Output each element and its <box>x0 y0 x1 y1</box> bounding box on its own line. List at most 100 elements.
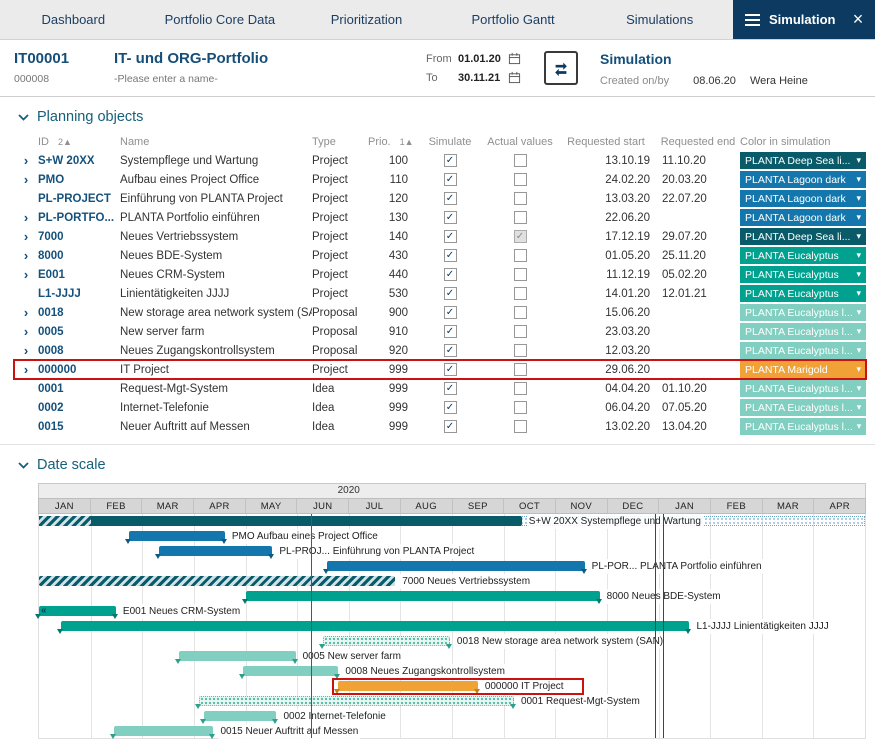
cell-id[interactable]: 000000 <box>38 364 120 376</box>
column-header-act[interactable]: Actual values <box>484 136 556 148</box>
column-header-sim[interactable]: Simulate <box>416 136 484 148</box>
gantt-bar[interactable] <box>204 711 276 721</box>
table-row[interactable]: ›0005New server farmProposal910✓23.03.20… <box>14 322 866 341</box>
table-row[interactable]: PL-PROJECTEinführung von PLANTA ProjectP… <box>14 189 866 208</box>
expand-chevron-icon[interactable]: › <box>14 363 38 376</box>
gantt-bar[interactable] <box>327 561 585 571</box>
column-header-id[interactable]: ID2▲ <box>38 136 120 148</box>
nav-tab-prioritization[interactable]: Prioritization <box>293 0 440 39</box>
actual-values-checkbox[interactable] <box>514 192 527 205</box>
gantt-bar[interactable] <box>179 651 295 661</box>
gantt-bar[interactable] <box>338 681 477 691</box>
gantt-bar[interactable] <box>39 516 522 526</box>
expand-chevron-icon[interactable]: › <box>14 230 38 243</box>
simulate-checkbox[interactable]: ✓ <box>444 325 457 338</box>
cell-id[interactable]: 0002 <box>38 402 120 414</box>
table-row[interactable]: L1-JJJJLinientätigkeiten JJJJProject530✓… <box>14 284 866 303</box>
table-row[interactable]: ›0008Neues ZugangskontrollsystemProposal… <box>14 341 866 360</box>
table-row[interactable]: 0015Neuer Auftritt auf MessenIdea999✓13.… <box>14 417 866 436</box>
gantt-bar[interactable] <box>323 636 450 646</box>
recalculate-button[interactable] <box>544 51 578 85</box>
expand-chevron-icon[interactable]: › <box>14 344 38 357</box>
gantt-bar[interactable] <box>159 546 273 556</box>
color-in-simulation-dropdown[interactable]: PLANTA Eucalyptus l...▾ <box>740 399 866 416</box>
close-icon[interactable]: × <box>841 0 875 39</box>
gantt-bar[interactable] <box>61 621 689 631</box>
column-header-color[interactable]: Color in simulation <box>740 136 866 148</box>
simulate-checkbox[interactable]: ✓ <box>444 420 457 433</box>
actual-values-checkbox[interactable] <box>514 382 527 395</box>
color-in-simulation-dropdown[interactable]: PLANTA Eucalyptus l...▾ <box>740 304 866 321</box>
table-row[interactable]: 0001Request-Mgt-SystemIdea999✓04.04.2001… <box>14 379 866 398</box>
actual-values-checkbox[interactable]: ✓ <box>514 230 527 243</box>
expand-chevron-icon[interactable]: › <box>14 211 38 224</box>
gantt-bar[interactable] <box>39 576 395 586</box>
cell-id[interactable]: PMO <box>38 174 120 186</box>
collapse-chevron-icon[interactable] <box>18 462 29 469</box>
cell-id[interactable]: PL-PORTFO... <box>38 212 120 224</box>
simulate-checkbox[interactable]: ✓ <box>444 173 457 186</box>
simulate-checkbox[interactable]: ✓ <box>444 154 457 167</box>
cell-id[interactable]: 8000 <box>38 250 120 262</box>
cell-id[interactable]: 7000 <box>38 231 120 243</box>
color-in-simulation-dropdown[interactable]: PLANTA Eucalyptus l...▾ <box>740 418 866 435</box>
nav-tab-simulations[interactable]: Simulations <box>586 0 733 39</box>
color-in-simulation-dropdown[interactable]: PLANTA Eucalyptus▾ <box>740 285 866 302</box>
cell-id[interactable]: S+W 20XX <box>38 155 120 167</box>
actual-values-checkbox[interactable] <box>514 173 527 186</box>
cell-id[interactable]: 0008 <box>38 345 120 357</box>
color-in-simulation-dropdown[interactable]: PLANTA Marigold▾ <box>740 361 866 378</box>
cell-id[interactable]: 0001 <box>38 383 120 395</box>
column-header-re[interactable]: Requested end <box>656 136 740 148</box>
to-date-field[interactable]: 30.11.21 <box>458 72 508 84</box>
actual-values-checkbox[interactable] <box>514 363 527 376</box>
simulate-checkbox[interactable]: ✓ <box>444 211 457 224</box>
expand-chevron-icon[interactable]: › <box>14 154 38 167</box>
actual-values-checkbox[interactable] <box>514 211 527 224</box>
simulate-checkbox[interactable]: ✓ <box>444 287 457 300</box>
collapse-chevron-icon[interactable] <box>18 114 29 121</box>
expand-chevron-icon[interactable]: › <box>14 173 38 186</box>
actual-values-checkbox[interactable] <box>514 420 527 433</box>
color-in-simulation-dropdown[interactable]: PLANTA Deep Sea li...▾ <box>740 228 866 245</box>
cell-id[interactable]: 0005 <box>38 326 120 338</box>
table-row[interactable]: ›E001Neues CRM-SystemProject440✓11.12.19… <box>14 265 866 284</box>
table-row[interactable]: ›0018New storage area network system (SA… <box>14 303 866 322</box>
nav-tab-dashboard[interactable]: Dashboard <box>0 0 147 39</box>
actual-values-checkbox[interactable] <box>514 268 527 281</box>
expand-chevron-icon[interactable]: › <box>14 325 38 338</box>
cell-id[interactable]: L1-JJJJ <box>38 288 120 300</box>
gantt-bar[interactable] <box>246 591 600 601</box>
actual-values-checkbox[interactable] <box>514 249 527 262</box>
table-row[interactable]: ›000000IT ProjectProject999✓29.06.20PLAN… <box>14 360 866 379</box>
table-row[interactable]: ›PMOAufbau eines Project OfficeProject11… <box>14 170 866 189</box>
hamburger-menu-icon[interactable] <box>745 14 760 26</box>
color-in-simulation-dropdown[interactable]: PLANTA Lagoon dark▾ <box>740 171 866 188</box>
color-in-simulation-dropdown[interactable]: PLANTA Eucalyptus▾ <box>740 266 866 283</box>
simulate-checkbox[interactable]: ✓ <box>444 249 457 262</box>
expand-chevron-icon[interactable]: › <box>14 268 38 281</box>
calendar-icon[interactable] <box>508 71 521 84</box>
actual-values-checkbox[interactable] <box>514 306 527 319</box>
table-row[interactable]: 0002Internet-TelefonieIdea999✓06.04.2007… <box>14 398 866 417</box>
color-in-simulation-dropdown[interactable]: PLANTA Lagoon dark▾ <box>740 190 866 207</box>
actual-values-checkbox[interactable] <box>514 287 527 300</box>
simulate-checkbox[interactable]: ✓ <box>444 401 457 414</box>
cell-id[interactable]: 0018 <box>38 307 120 319</box>
from-date-field[interactable]: 01.01.20 <box>458 53 508 65</box>
simulate-checkbox[interactable]: ✓ <box>444 382 457 395</box>
tab-simulation-active[interactable]: Simulation × <box>733 0 875 39</box>
color-in-simulation-dropdown[interactable]: PLANTA Lagoon dark▾ <box>740 209 866 226</box>
nav-tab-portfolio-gantt[interactable]: Portfolio Gantt <box>440 0 587 39</box>
color-in-simulation-dropdown[interactable]: PLANTA Eucalyptus▾ <box>740 247 866 264</box>
simulate-checkbox[interactable]: ✓ <box>444 268 457 281</box>
gantt-bar[interactable] <box>39 606 116 616</box>
column-header-name[interactable]: Name <box>120 136 312 148</box>
simulate-checkbox[interactable]: ✓ <box>444 306 457 319</box>
simulate-checkbox[interactable]: ✓ <box>444 363 457 376</box>
nav-tab-portfolio-core-data[interactable]: Portfolio Core Data <box>147 0 294 39</box>
expand-chevron-icon[interactable]: › <box>14 306 38 319</box>
actual-values-checkbox[interactable] <box>514 401 527 414</box>
simulate-checkbox[interactable]: ✓ <box>444 192 457 205</box>
color-in-simulation-dropdown[interactable]: PLANTA Deep Sea li...▾ <box>740 152 866 169</box>
